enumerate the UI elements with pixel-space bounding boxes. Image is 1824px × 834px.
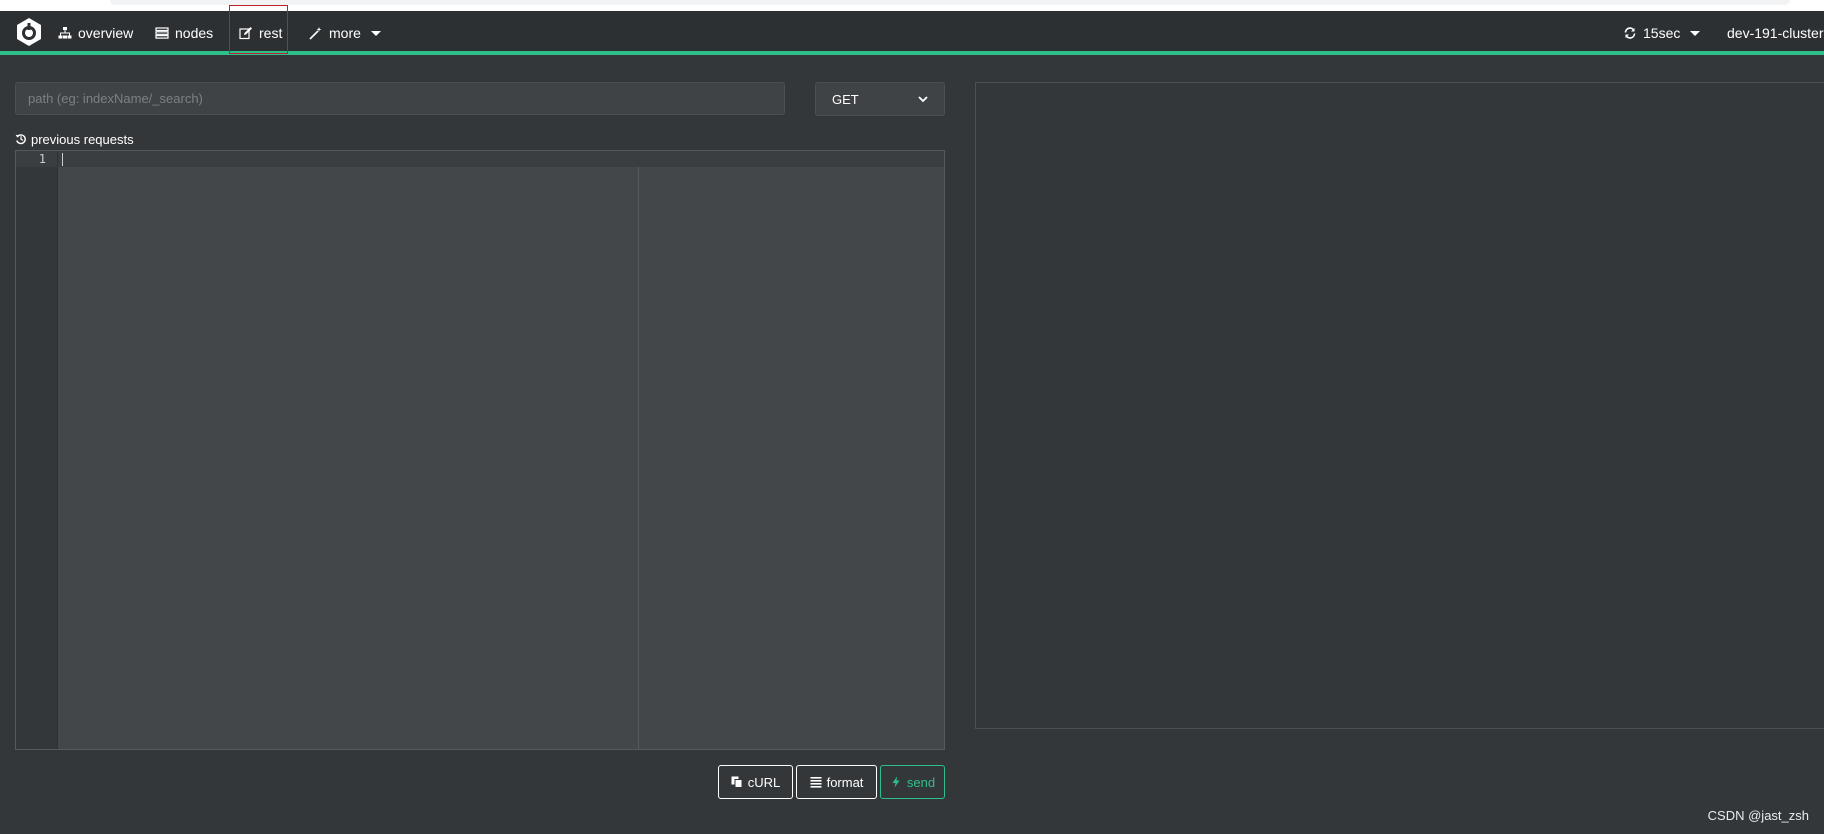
- nav-more-dropdown[interactable]: more: [309, 11, 381, 55]
- edit-icon: [239, 27, 252, 40]
- previous-requests-label: previous requests: [31, 131, 134, 147]
- bolt-icon: [892, 776, 900, 788]
- caret-down-icon: [1690, 30, 1701, 36]
- history-icon: [15, 134, 26, 145]
- sitemap-icon: [58, 27, 72, 39]
- top-navbar: overview nodes rest more 15sec dev-191-c…: [0, 11, 1824, 55]
- nav-nodes-label: nodes: [175, 25, 214, 41]
- editor-print-margin: [638, 167, 639, 749]
- chevron-down-icon: [918, 96, 928, 103]
- nav-nodes[interactable]: nodes: [155, 11, 213, 55]
- previous-requests-link[interactable]: previous requests: [15, 130, 134, 148]
- send-button-label: send: [906, 774, 936, 790]
- align-justify-icon: [810, 777, 822, 788]
- browser-chrome-strip: [0, 0, 1824, 11]
- cluster-name[interactable]: dev-191-cluster: [1727, 11, 1824, 55]
- browser-address-bar: [110, 0, 1790, 5]
- line-number: 1: [38, 152, 46, 166]
- send-button[interactable]: send: [880, 765, 945, 799]
- cerebro-logo-icon[interactable]: [13, 16, 45, 48]
- nav-rest-label: rest: [259, 25, 283, 41]
- refresh-icon: [1624, 27, 1636, 39]
- http-method-select[interactable]: GET: [815, 82, 945, 116]
- format-button[interactable]: format: [796, 765, 877, 799]
- refresh-interval-label: 15sec: [1643, 25, 1681, 41]
- refresh-interval-dropdown[interactable]: 15sec: [1623, 11, 1701, 55]
- watermark-text: CSDN @jast_zsh: [1707, 808, 1809, 823]
- copy-icon: [731, 776, 743, 788]
- magic-wand-icon: [309, 27, 322, 40]
- caret-down-icon: [370, 30, 381, 36]
- curl-button-label: cURL: [747, 774, 781, 790]
- nav-more-label: more: [329, 25, 361, 41]
- editor-cursor: [62, 153, 63, 166]
- nav-overview[interactable]: overview: [58, 11, 133, 55]
- curl-button[interactable]: cURL: [718, 765, 793, 799]
- cluster-name-label: dev-191-cluster: [1727, 25, 1824, 41]
- nav-overview-label: overview: [78, 25, 134, 41]
- format-button-label: format: [826, 774, 864, 790]
- editor-active-line: [16, 151, 944, 167]
- request-body-editor[interactable]: 1: [15, 150, 945, 750]
- http-method-value: GET: [832, 91, 859, 107]
- response-output-panel[interactable]: [975, 82, 1824, 729]
- server-icon: [155, 27, 169, 39]
- nav-rest[interactable]: rest: [239, 11, 282, 55]
- path-input[interactable]: [15, 82, 785, 115]
- editor-gutter: 1: [16, 151, 58, 749]
